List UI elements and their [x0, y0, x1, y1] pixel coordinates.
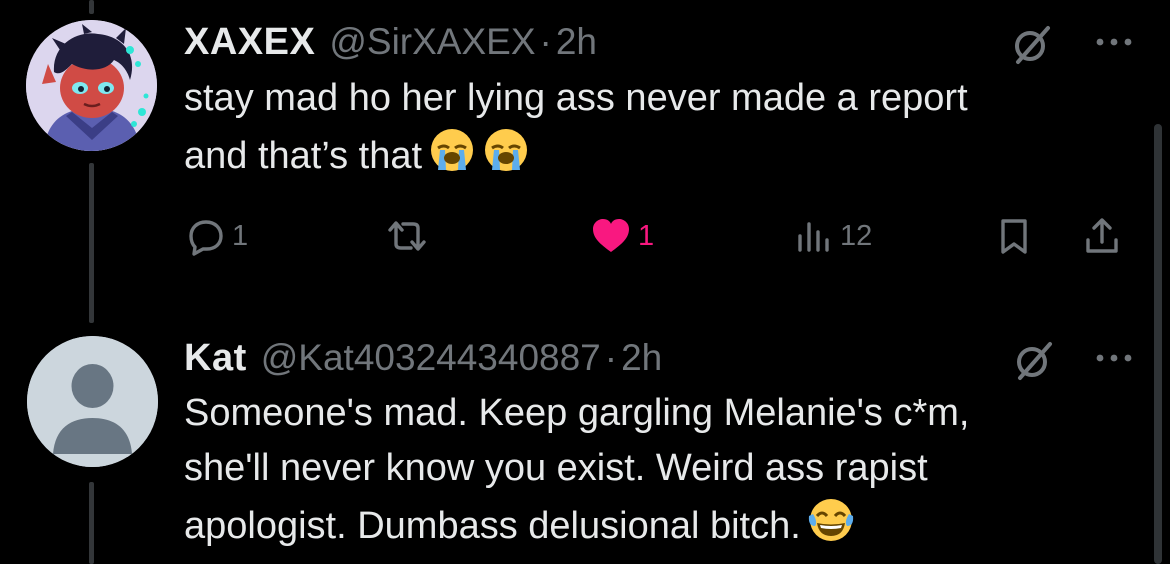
- tweet-text-line: she'll never know you exist. Weird ass r…: [184, 447, 928, 489]
- grok-icon[interactable]: [1010, 22, 1054, 66]
- bookmark-button[interactable]: [994, 208, 1034, 264]
- heart-icon: [593, 219, 629, 252]
- retweet-icon: [388, 221, 426, 251]
- reply-button[interactable]: 1: [186, 208, 248, 264]
- tweet-text: and that’s that: [184, 135, 423, 177]
- thread-line: [89, 0, 94, 14]
- tweet-text-line: stay mad ho her lying ass never made a r…: [184, 77, 968, 119]
- retweet-button[interactable]: [384, 208, 436, 264]
- display-name[interactable]: XAXEX: [184, 21, 315, 64]
- more-options-icon[interactable]: [1092, 340, 1136, 376]
- user-handle[interactable]: @SirXAXEX: [329, 21, 535, 63]
- cartoon-avatar-icon: [26, 20, 157, 151]
- views-button[interactable]: 12: [794, 208, 872, 264]
- views-count: 12: [840, 219, 873, 252]
- scrollbar[interactable]: [1154, 124, 1162, 564]
- reply-thread: XAXEX @SirXAXEX · 2h stay mad ho her lyi…: [0, 0, 1170, 564]
- loudly-crying-face-emoji-icon: [431, 129, 474, 171]
- user-handle[interactable]: @Kat403244340887: [261, 337, 601, 379]
- tweet[interactable]: XAXEX @SirXAXEX · 2h stay mad ho her lyi…: [184, 14, 1138, 184]
- tweet-text-line: apologist. Dumbass delusional bitch.: [184, 496, 1138, 554]
- like-count: 1: [638, 219, 655, 252]
- tweet-header: Kat @Kat403244340887 · 2h: [184, 330, 1138, 386]
- separator: ·: [539, 21, 552, 62]
- reply-icon: [189, 220, 223, 256]
- display-name[interactable]: Kat: [184, 337, 247, 380]
- more-options-icon[interactable]: [1092, 24, 1136, 60]
- thread-line: [89, 163, 94, 323]
- timestamp[interactable]: 2h: [556, 21, 597, 63]
- bookmark-icon: [1001, 219, 1027, 254]
- like-button[interactable]: 1: [590, 208, 654, 264]
- tweet[interactable]: Kat @Kat403244340887 · 2h Someone's mad.…: [184, 330, 1138, 554]
- reply-count: 1: [232, 219, 249, 252]
- separator: ·: [604, 337, 618, 378]
- tweet-text: apologist. Dumbass delusional bitch.: [184, 505, 801, 547]
- tweet-actions: 1 1 12: [184, 208, 1144, 264]
- share-icon: [1086, 218, 1118, 253]
- views-icon: [798, 222, 829, 252]
- loudly-crying-face-emoji-icon: [485, 129, 528, 171]
- tears-of-joy-emoji-icon: [808, 499, 853, 541]
- timestamp[interactable]: 2h: [621, 337, 662, 379]
- share-button[interactable]: [1082, 208, 1122, 264]
- tweet-header: XAXEX @SirXAXEX · 2h: [184, 14, 1138, 70]
- grok-icon[interactable]: [1012, 338, 1056, 382]
- default-avatar-icon: [27, 336, 158, 467]
- tweet-text-line: Someone's mad. Keep gargling Melanie's c…: [184, 392, 970, 434]
- avatar[interactable]: [26, 20, 157, 151]
- tweet-text-line: and that’s that: [184, 126, 1138, 184]
- avatar[interactable]: [27, 336, 158, 467]
- thread-line: [89, 482, 94, 564]
